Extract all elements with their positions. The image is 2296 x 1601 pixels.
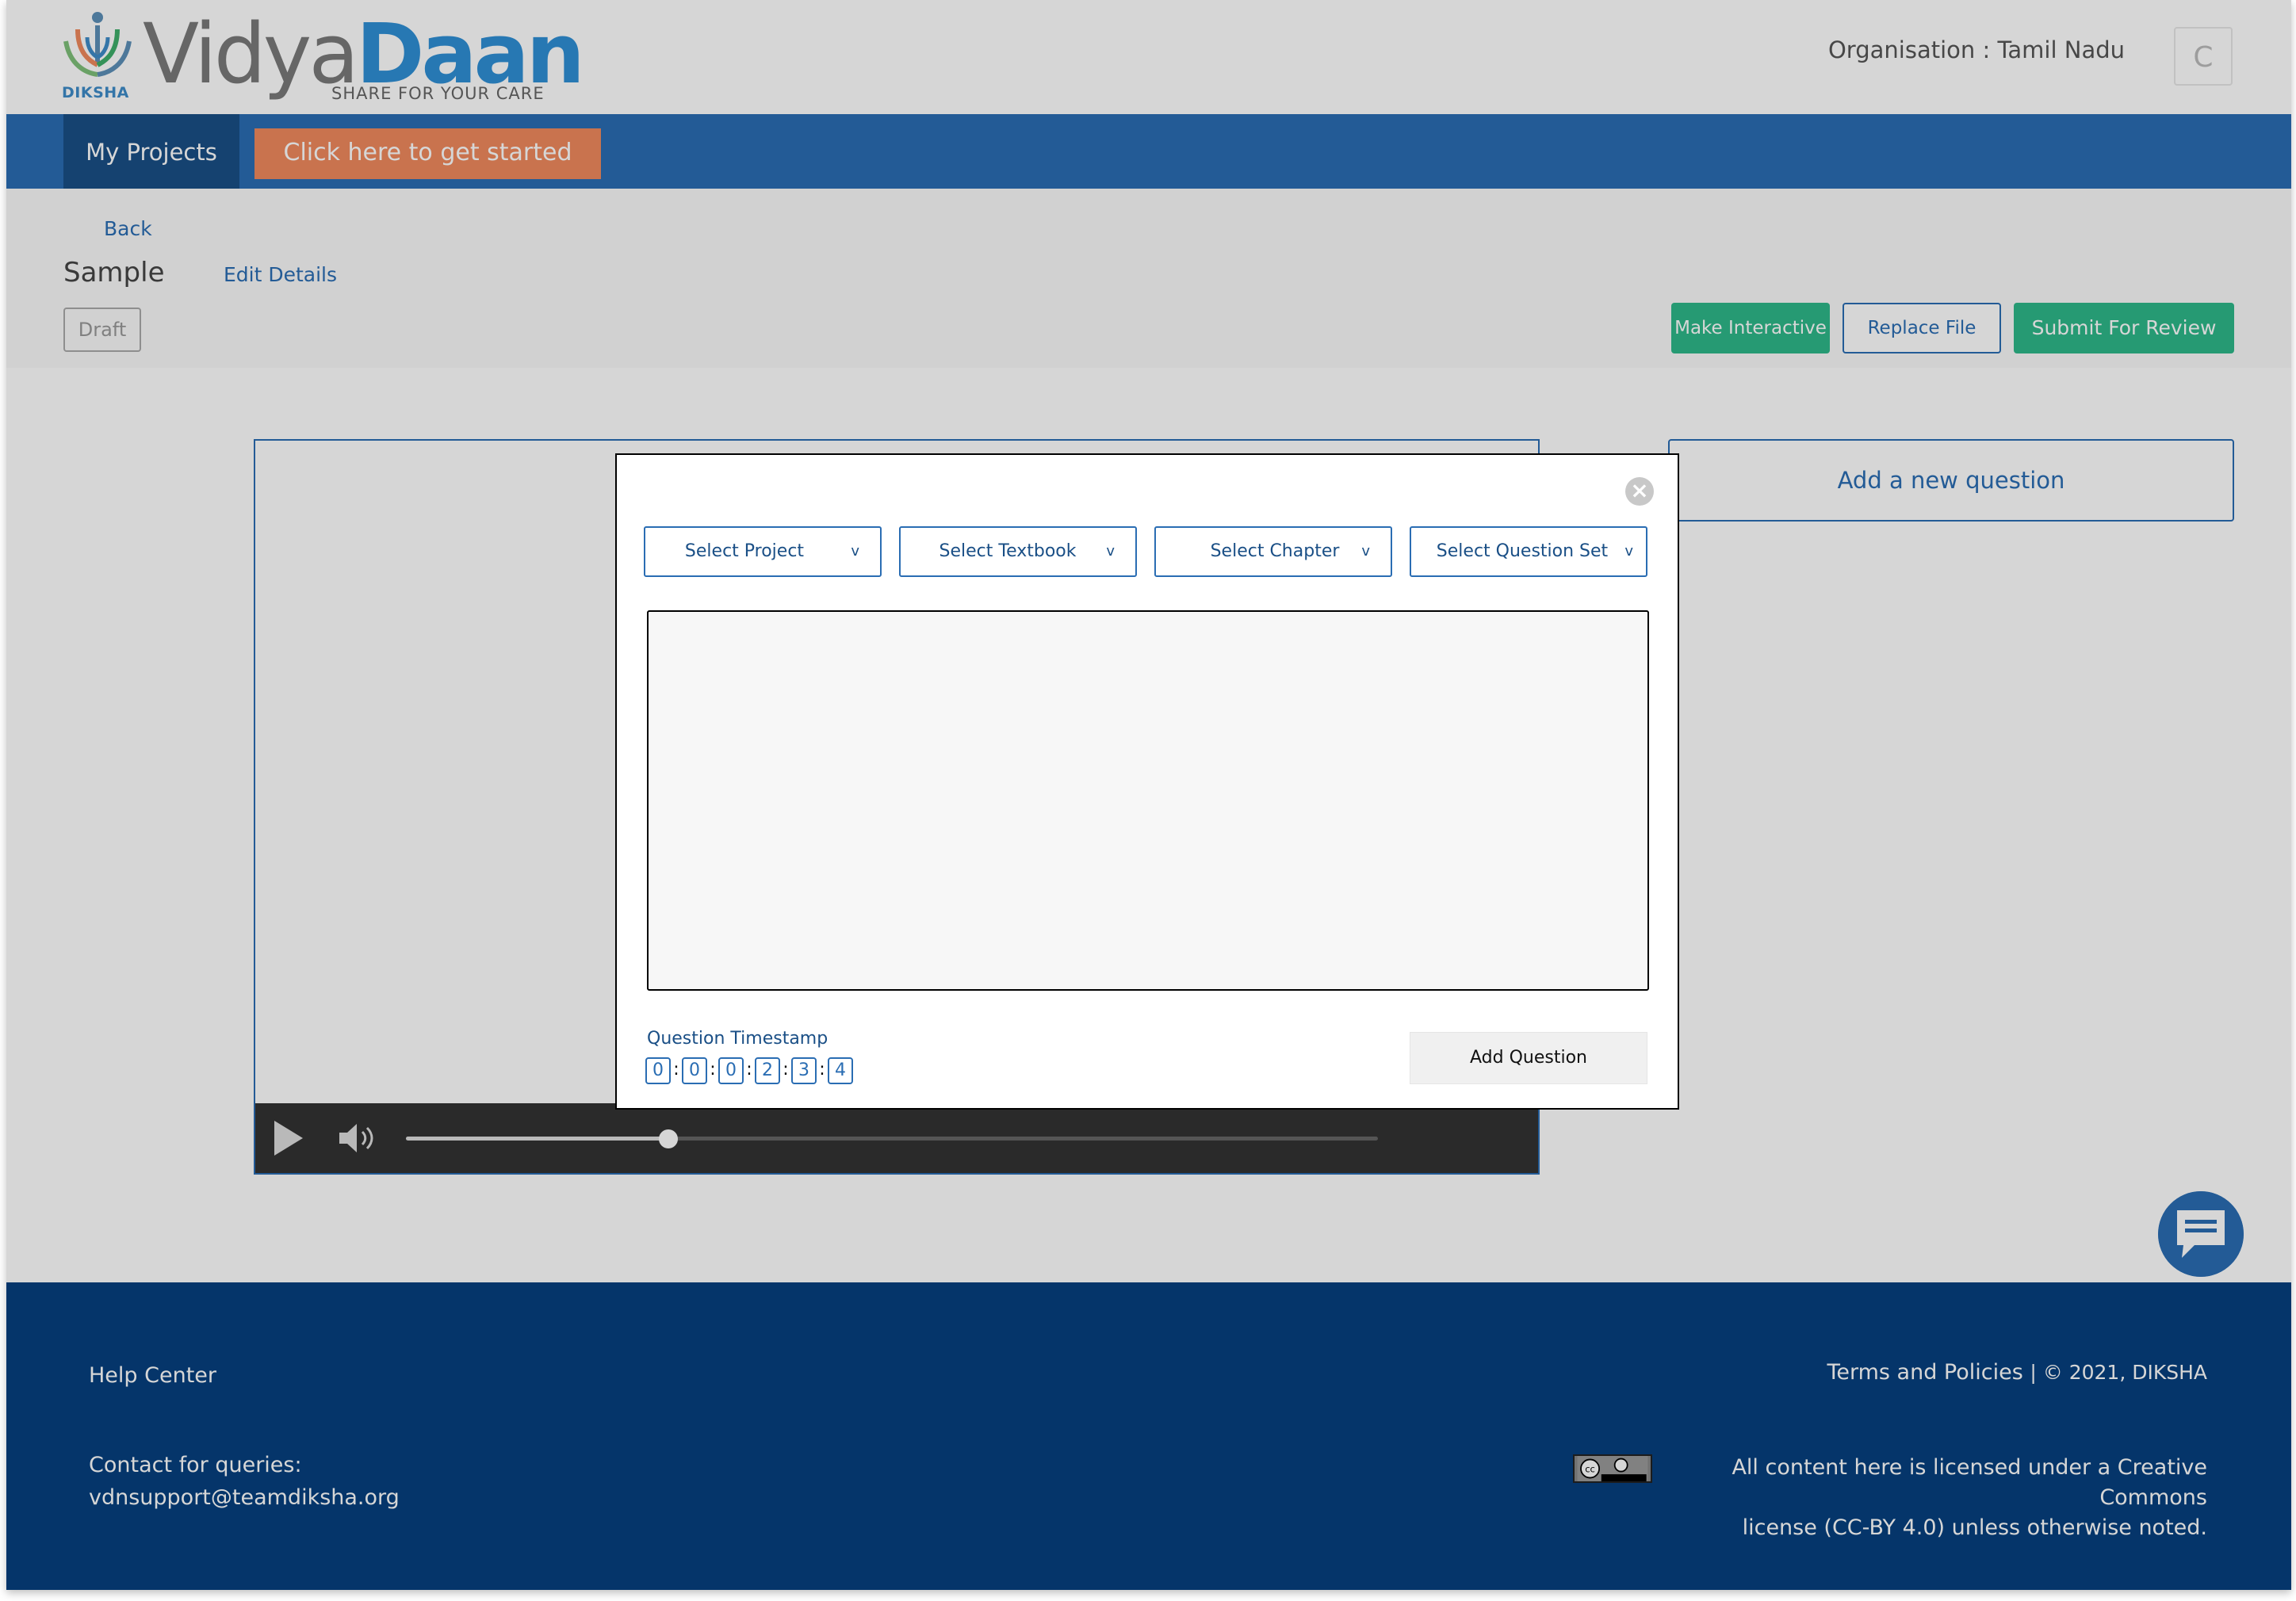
timestamp-input: 0:0:0:2:3:4 bbox=[645, 1057, 853, 1084]
timestamp-digit[interactable]: 4 bbox=[828, 1057, 853, 1084]
close-icon[interactable]: × bbox=[1625, 477, 1654, 506]
chevron-down-icon: v bbox=[1106, 543, 1115, 560]
app-window: DIKSHA VidyaDaan SHARE FOR YOUR CARE Org… bbox=[6, 0, 2291, 1590]
timestamp-label: Question Timestamp bbox=[647, 1029, 828, 1049]
select-chapter-label: Select Chapter bbox=[1210, 541, 1340, 561]
select-question-set-dropdown[interactable]: Select Question Set v bbox=[1410, 526, 1647, 577]
select-chapter-dropdown[interactable]: Select Chapter v bbox=[1154, 526, 1392, 577]
timestamp-digit[interactable]: 2 bbox=[755, 1057, 780, 1084]
select-project-dropdown[interactable]: Select Project v bbox=[644, 526, 882, 577]
add-question-button[interactable]: Add Question bbox=[1410, 1032, 1647, 1084]
select-project-label: Select Project bbox=[684, 541, 805, 561]
timestamp-digit[interactable]: 0 bbox=[645, 1057, 671, 1084]
timestamp-separator: : bbox=[673, 1060, 679, 1079]
chevron-down-icon: v bbox=[1624, 543, 1633, 560]
timestamp-separator: : bbox=[746, 1060, 752, 1079]
timestamp-digit[interactable]: 3 bbox=[791, 1057, 817, 1084]
timestamp-separator: : bbox=[819, 1060, 825, 1079]
question-preview-area bbox=[647, 610, 1649, 991]
chevron-down-icon: v bbox=[851, 543, 859, 560]
chevron-down-icon: v bbox=[1361, 543, 1370, 560]
timestamp-separator: : bbox=[783, 1060, 789, 1079]
timestamp-digit[interactable]: 0 bbox=[718, 1057, 744, 1084]
add-question-modal: × Select Project v Select Textbook v Sel… bbox=[615, 453, 1679, 1110]
select-question-set-label: Select Question Set bbox=[1436, 541, 1609, 561]
select-textbook-dropdown[interactable]: Select Textbook v bbox=[899, 526, 1137, 577]
timestamp-separator: : bbox=[710, 1060, 716, 1079]
select-textbook-label: Select Textbook bbox=[939, 541, 1077, 561]
timestamp-digit[interactable]: 0 bbox=[682, 1057, 707, 1084]
